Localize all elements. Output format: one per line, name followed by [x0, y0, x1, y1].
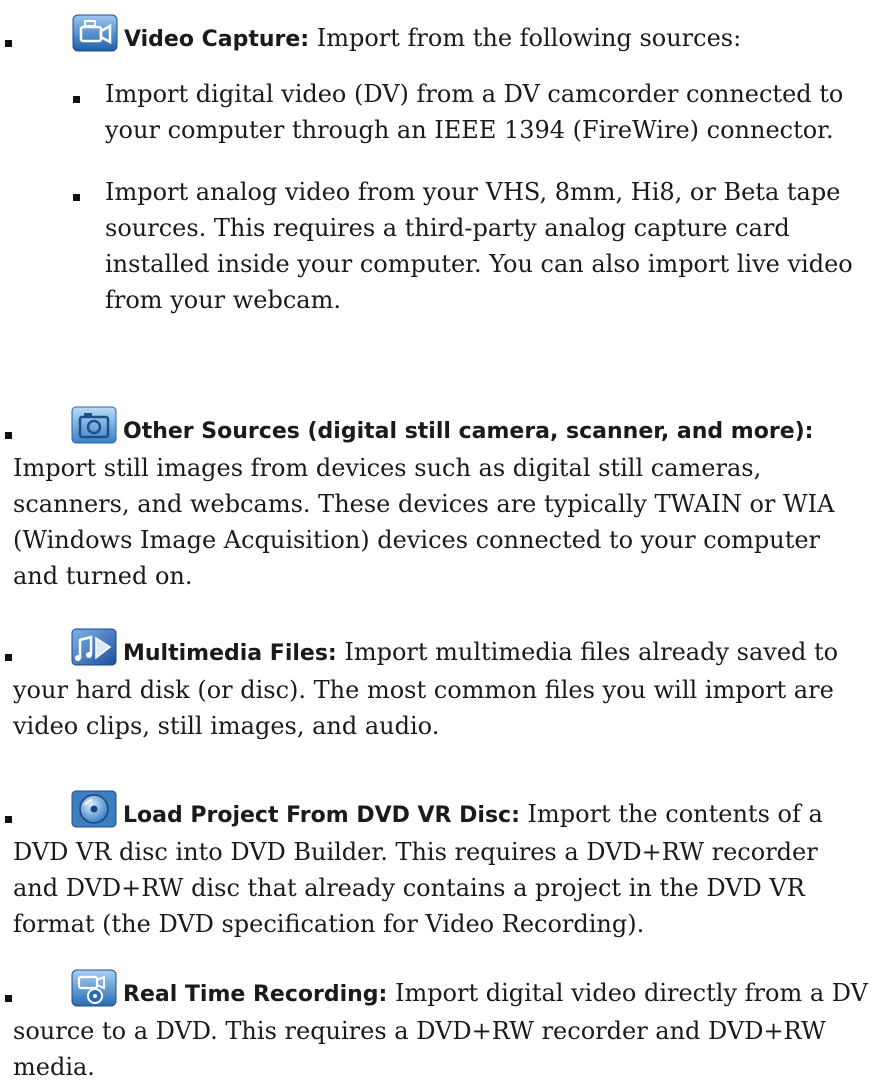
real-time-recording-icon	[71, 969, 117, 1007]
bullet	[5, 40, 12, 47]
bullet	[5, 432, 12, 439]
document-page: Video Capture: Import from the following…	[0, 0, 884, 1081]
bullet	[73, 194, 80, 201]
video-capture-icon	[72, 14, 118, 52]
camera-icon	[71, 406, 117, 444]
bullet	[5, 654, 12, 661]
item-body: Import from the following sources:	[309, 24, 742, 52]
bullet	[5, 995, 12, 1002]
sub-item-text: Import analog video from your VHS, 8mm, …	[105, 178, 853, 314]
item-heading: Other Sources (digital still camera, sca…	[123, 419, 814, 444]
item-heading: Multimedia Files:	[123, 641, 337, 666]
item-heading: Load Project From DVD VR Disc:	[123, 803, 520, 828]
sub-item-text: Import digital video (DV) from a DV camc…	[105, 80, 844, 144]
bullet	[5, 816, 12, 823]
dvd-disc-icon	[71, 790, 117, 828]
bullet	[73, 96, 80, 103]
multimedia-files-icon	[71, 628, 117, 666]
item-heading: Real Time Recording:	[123, 982, 388, 1007]
item-body: Import still images from devices such as…	[13, 454, 835, 590]
item-heading: Video Capture:	[124, 27, 310, 52]
